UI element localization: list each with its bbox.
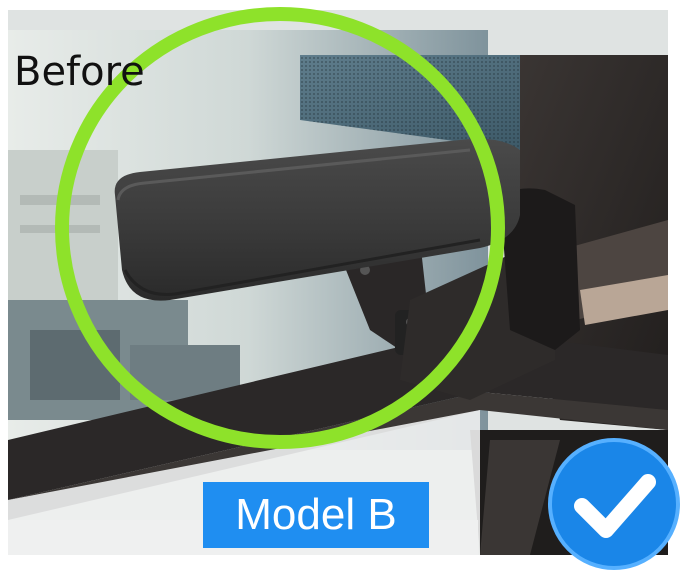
checkmark-icon bbox=[548, 438, 680, 570]
product-image: Before Model B bbox=[0, 0, 680, 570]
before-label: Before bbox=[14, 49, 145, 95]
model-label: Model B bbox=[235, 490, 397, 539]
